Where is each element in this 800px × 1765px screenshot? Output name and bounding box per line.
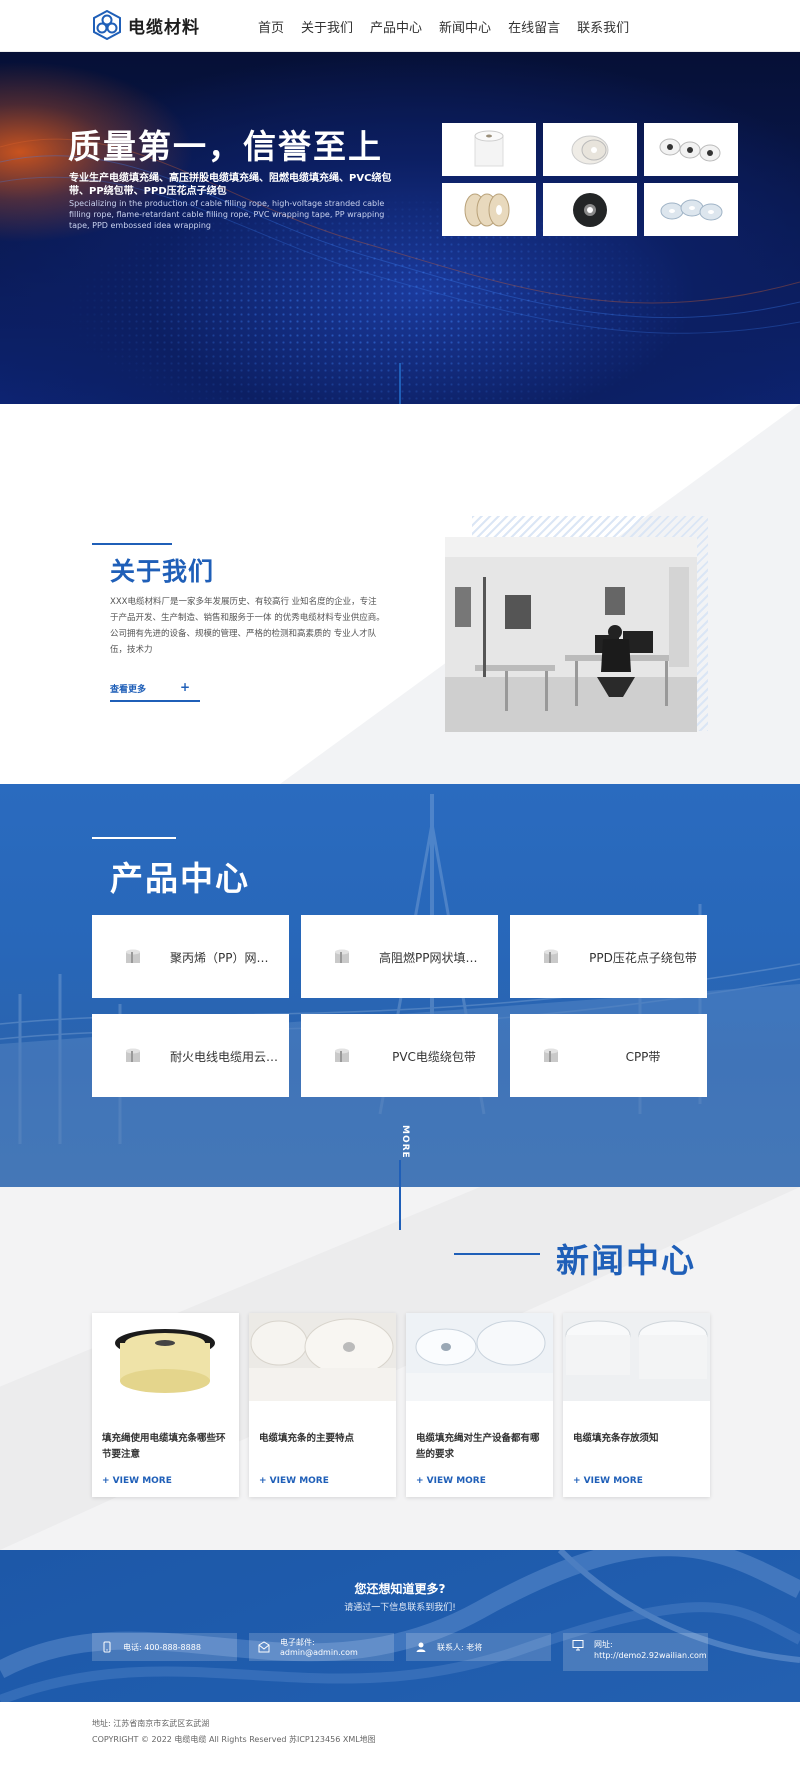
view-more-link[interactable]: + VIEW MORE	[102, 1476, 172, 1486]
hero-product-tiles	[442, 123, 742, 236]
page: 电缆材料 首页 关于我们 产品中心 新闻中心 在线留言 联系我们 质量第一，信誉…	[0, 0, 800, 1765]
contact-website-label: 网址:	[594, 1640, 613, 1649]
contact-phone: 电话: 400-888-8888	[92, 1633, 237, 1661]
footer-address: 地址: 江苏省南京市玄武区玄武湖	[92, 1719, 210, 1728]
about-more-button[interactable]: 查看更多 +	[110, 676, 200, 702]
hero-subtitle: 专业生产电缆填充绳、高压拼股电缆填充绳、阻燃电缆填充绳、PVC绕包带、PP绕包带…	[69, 173, 392, 197]
products-more-link[interactable]: MORE	[396, 1125, 410, 1159]
product-roll-icon	[335, 949, 349, 963]
product-card[interactable]: PVC电缆绕包带	[301, 1014, 498, 1097]
news-image	[563, 1313, 710, 1401]
monitor-icon	[572, 1640, 584, 1651]
contact-website: 网址: http://demo2.92wailian.com	[563, 1633, 708, 1671]
hero-english-text: Specializing in the production of cable …	[69, 199, 385, 230]
product-card[interactable]: 高阻燃PP网状填充绳	[301, 915, 498, 998]
product-name: PVC电缆绕包带	[392, 1050, 476, 1064]
contact-email-text: 电子邮件: admin@admin.com	[280, 1638, 358, 1657]
user-icon	[416, 1642, 426, 1652]
site-header: 电缆材料 首页 关于我们 产品中心 新闻中心 在线留言 联系我们	[0, 0, 800, 52]
news-accent-line	[454, 1253, 540, 1255]
hero-tile-black-roll[interactable]	[543, 183, 637, 236]
nav-message[interactable]: 在线留言	[508, 17, 560, 36]
news-title: 新闻中心	[556, 1241, 696, 1280]
news-card[interactable]: 电缆填充条存放须知 + VIEW MORE	[563, 1313, 710, 1497]
about-title: 关于我们	[110, 557, 215, 586]
footer-copyright: COPYRIGHT © 2022 电缆电缆 All Rights Reserve…	[92, 1735, 376, 1744]
news-card[interactable]: 电缆填充条的主要特点 + VIEW MORE	[249, 1313, 396, 1497]
about-accent-line	[92, 543, 172, 545]
news-card-title: 电缆填充绳对生产设备都有哪些的要求	[416, 1433, 540, 1460]
products-title: 产品中心	[110, 859, 250, 898]
plus-icon: +	[179, 680, 190, 694]
news-card-title: 电缆填充条的主要特点	[259, 1433, 355, 1444]
contact-email: 电子邮件: admin@admin.com	[249, 1633, 394, 1661]
product-name: 耐火电线电缆用云母带	[170, 1050, 280, 1064]
product-name: 高阻燃PP网状填充绳	[379, 951, 489, 965]
product-card[interactable]: 聚丙烯（PP）网状填充绳	[92, 915, 289, 998]
view-more-link[interactable]: + VIEW MORE	[259, 1476, 329, 1486]
news-list: 填充绳使用电缆填充条哪些环节要注意 + VIEW MORE 电缆填充条的主要特点…	[92, 1313, 710, 1497]
product-name: 聚丙烯（PP）网状填充绳	[170, 951, 280, 965]
mail-icon	[258, 1641, 270, 1653]
hero-title: 质量第一，信誉至上	[68, 127, 383, 166]
hero-tile-beige-rolls[interactable]	[442, 183, 536, 236]
contact-info-row: 电话: 400-888-8888 电子邮件: admin@admin.com 联…	[92, 1633, 708, 1671]
product-name: CPP带	[625, 1050, 661, 1064]
hero-tile-blue-tapes[interactable]	[644, 183, 738, 236]
news-top-line	[399, 1187, 401, 1230]
nav-home[interactable]: 首页	[258, 17, 284, 36]
product-name: PPD压花点子绕包带	[589, 951, 697, 965]
news-card[interactable]: 电缆填充绳对生产设备都有哪些的要求 + VIEW MORE	[406, 1313, 553, 1497]
news-image	[406, 1313, 553, 1401]
view-more-link[interactable]: + VIEW MORE	[416, 1476, 486, 1486]
view-more-link[interactable]: + VIEW MORE	[573, 1476, 643, 1486]
product-roll-icon	[126, 949, 140, 963]
contact-phone-text: 电话: 400-888-8888	[123, 1642, 201, 1652]
news-image	[249, 1313, 396, 1401]
product-roll-icon	[335, 1048, 349, 1062]
news-card-title: 填充绳使用电缆填充条哪些环节要注意	[102, 1433, 226, 1460]
contact-title: 您还想知道更多?	[354, 1582, 446, 1596]
contact-bg-swirl	[0, 1550, 800, 1702]
news-card[interactable]: 填充绳使用电缆填充条哪些环节要注意 + VIEW MORE	[92, 1313, 239, 1497]
news-card-title: 电缆填充条存放须知	[573, 1433, 659, 1444]
phone-icon	[103, 1641, 111, 1653]
main-nav: 首页 关于我们 产品中心 新闻中心 在线留言 联系我们	[258, 17, 646, 36]
product-roll-icon	[126, 1048, 140, 1062]
nav-news[interactable]: 新闻中心	[439, 17, 491, 36]
nav-about[interactable]: 关于我们	[301, 17, 353, 36]
news-image	[92, 1313, 239, 1401]
about-more-label: 查看更多	[110, 685, 147, 695]
contact-website-block: 网址: http://demo2.92wailian.com	[594, 1639, 707, 1661]
logo-text: 电缆材料	[128, 17, 200, 38]
products-grid: 聚丙烯（PP）网状填充绳 高阻燃PP网状填充绳 PPD压花点子绕包带 耐火电线电…	[92, 915, 708, 1097]
contact-website-url[interactable]: http://demo2.92wailian.com	[594, 1650, 707, 1661]
hero-tile-tape-stack[interactable]	[644, 123, 738, 176]
product-card[interactable]: PPD压花点子绕包带	[510, 915, 707, 998]
hero-tile-white-roll[interactable]	[442, 123, 536, 176]
contact-section	[0, 1550, 800, 1702]
logo-icon	[93, 10, 121, 40]
about-office-photo	[445, 537, 697, 732]
contact-person-text: 联系人: 老将	[437, 1642, 483, 1652]
hero-tile-white-tape[interactable]	[543, 123, 637, 176]
product-card[interactable]: CPP带	[510, 1014, 707, 1097]
nav-products[interactable]: 产品中心	[370, 17, 422, 36]
product-roll-icon	[544, 1048, 558, 1062]
about-description: XXX电缆材料厂是一家多年发展历史、有较高行 业知名度的企业，专注于产品开发、生…	[110, 597, 385, 655]
product-roll-icon	[544, 949, 558, 963]
nav-contact[interactable]: 联系我们	[577, 17, 629, 36]
contact-subtitle: 请通过一下信息联系到我们!	[344, 1603, 456, 1613]
product-card[interactable]: 耐火电线电缆用云母带	[92, 1014, 289, 1097]
products-accent-line	[92, 837, 176, 839]
logo[interactable]: 电缆材料	[92, 10, 200, 40]
contact-person: 联系人: 老将	[406, 1633, 551, 1661]
